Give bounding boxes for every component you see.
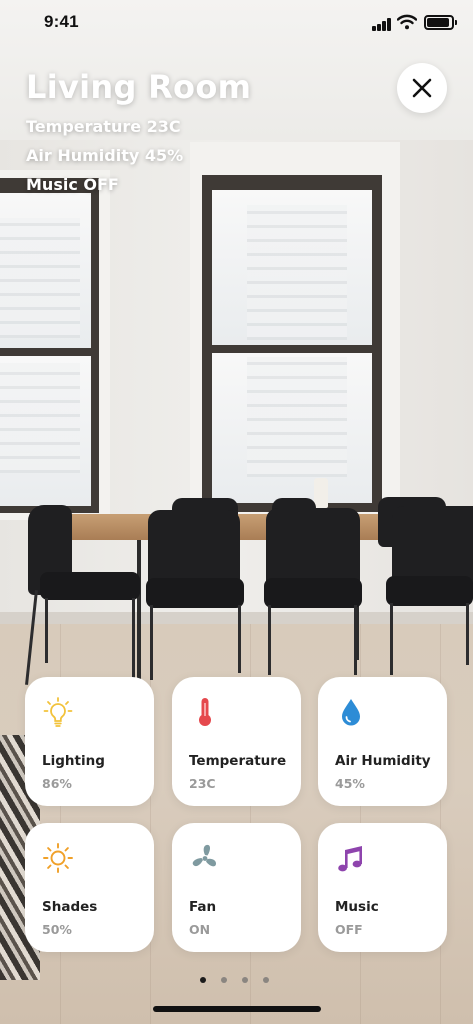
battery-icon bbox=[424, 15, 457, 30]
temperature-summary: Temperature 23C bbox=[26, 117, 181, 136]
music-summary: Music OFF bbox=[26, 175, 119, 194]
tile-label: Air Humidity bbox=[335, 753, 431, 769]
tile-music[interactable]: Music OFF bbox=[318, 823, 447, 952]
status-bar: 9:41 bbox=[0, 0, 473, 48]
tile-value: 86% bbox=[42, 776, 72, 791]
tile-label: Music bbox=[335, 899, 379, 915]
wifi-icon bbox=[397, 14, 417, 30]
home-indicator[interactable] bbox=[153, 1006, 321, 1012]
tile-value: ON bbox=[189, 922, 211, 937]
tile-fan[interactable]: Fan ON bbox=[172, 823, 301, 952]
light-bulb-icon bbox=[43, 697, 73, 727]
page-dot[interactable] bbox=[221, 977, 227, 983]
tile-shades[interactable]: Shades 50% bbox=[25, 823, 154, 952]
tile-value: OFF bbox=[335, 922, 363, 937]
table-leg bbox=[137, 540, 141, 680]
status-time: 9:41 bbox=[44, 12, 79, 31]
page-indicator bbox=[200, 977, 272, 985]
humidity-summary: Air Humidity 45% bbox=[26, 146, 184, 165]
center-window bbox=[202, 175, 382, 512]
tile-label: Lighting bbox=[42, 753, 105, 769]
tile-label: Shades bbox=[42, 899, 98, 915]
left-window bbox=[0, 178, 99, 513]
tile-air-humidity[interactable]: Air Humidity 45% bbox=[318, 677, 447, 806]
water-drop-icon bbox=[342, 699, 360, 726]
tile-value: 23C bbox=[189, 776, 216, 791]
vase bbox=[314, 478, 328, 508]
floor-seam bbox=[150, 624, 151, 1024]
close-icon bbox=[412, 78, 432, 98]
music-note-icon bbox=[338, 846, 362, 872]
fan-icon bbox=[192, 844, 216, 867]
tile-lighting[interactable]: Lighting 86% bbox=[25, 677, 154, 806]
close-button[interactable] bbox=[397, 63, 447, 113]
sun-icon bbox=[43, 843, 73, 873]
tile-temperature[interactable]: Temperature 23C bbox=[172, 677, 301, 806]
cellular-signal-icon bbox=[372, 17, 392, 31]
page-dot[interactable] bbox=[242, 977, 248, 983]
tile-label: Temperature bbox=[189, 753, 287, 769]
tile-label: Fan bbox=[189, 899, 217, 915]
page-dot[interactable] bbox=[200, 977, 206, 983]
room-title: Living Room bbox=[26, 68, 252, 106]
tile-value: 45% bbox=[335, 776, 365, 791]
tile-value: 50% bbox=[42, 922, 72, 937]
screen: 9:41 Living Room Temperature 23C Air Hum… bbox=[0, 0, 473, 1024]
thermometer-icon bbox=[199, 698, 211, 726]
page-dot[interactable] bbox=[263, 977, 269, 983]
